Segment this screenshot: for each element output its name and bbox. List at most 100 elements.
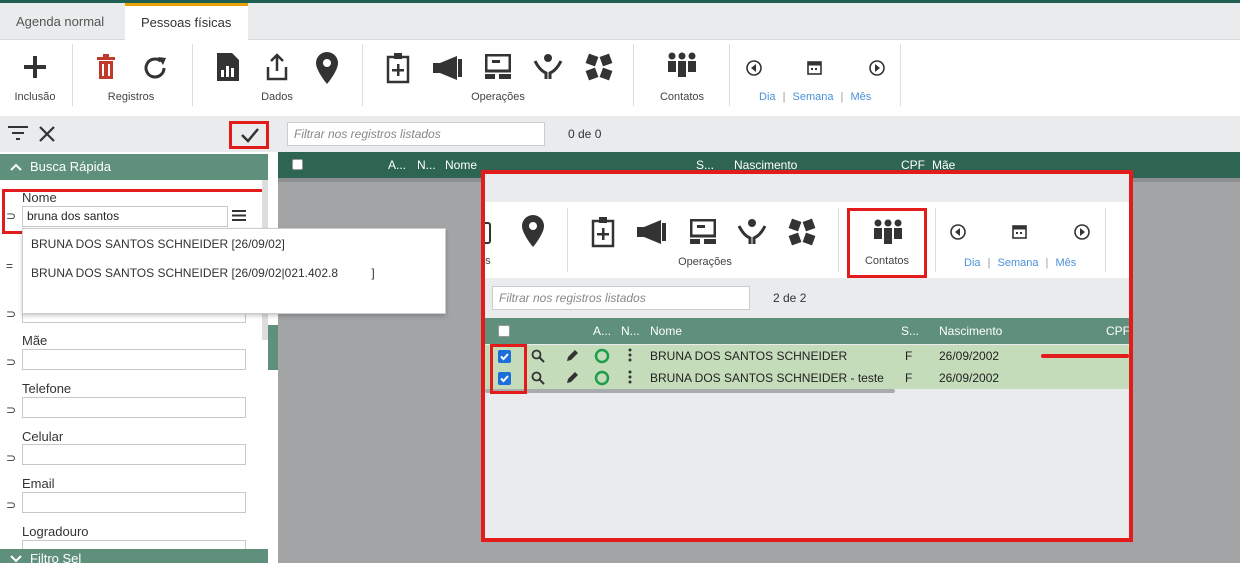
group-hands-icon (585, 53, 613, 81)
contains-operator[interactable]: ⊃ (6, 498, 16, 512)
col-s[interactable]: S... (901, 324, 919, 338)
care-button[interactable] (737, 218, 767, 249)
contatos-button[interactable]: Contatos (847, 208, 927, 278)
contains-operator[interactable]: ⊃ (6, 451, 16, 465)
autocomplete-option[interactable]: BRUNA DOS SANTOS SCHNEIDER [26/09/02] (31, 237, 285, 251)
email-input[interactable] (22, 492, 246, 513)
table-row[interactable]: BRUNA DOS SANTOS SCHNEIDER F 26/09/2002 (485, 345, 1129, 367)
dia-link[interactable]: Dia (964, 257, 981, 269)
care-button[interactable] (533, 53, 563, 81)
zoomed-panel: os Operações Contatos (481, 170, 1133, 542)
transfer-button[interactable] (484, 54, 512, 80)
announce-button[interactable] (637, 220, 667, 247)
export-button[interactable] (264, 53, 290, 81)
contains-operator[interactable]: ⊃ (6, 307, 16, 321)
nome-input[interactable]: bruna dos santos (22, 206, 228, 227)
next-button[interactable] (868, 60, 886, 76)
hands-heart-icon (533, 54, 563, 79)
contains-operator[interactable]: ⊃ (6, 209, 16, 223)
transfer-button[interactable] (689, 218, 717, 248)
semana-link[interactable]: Semana (998, 257, 1039, 269)
select-all-checkbox[interactable] (292, 159, 303, 170)
busca-rapida-title: Busca Rápida (30, 159, 111, 174)
calendar-icon (806, 61, 822, 75)
check-icon (241, 128, 259, 143)
telefone-input[interactable] (22, 397, 246, 418)
separator (900, 44, 901, 106)
megaphone-icon (433, 56, 462, 80)
location-button[interactable] (521, 215, 545, 250)
filter-button[interactable] (8, 125, 28, 144)
col-a[interactable]: A... (388, 158, 406, 172)
contains-operator[interactable]: ⊃ (6, 355, 16, 369)
filtro-sel-header[interactable]: Filtro Sel (0, 549, 268, 563)
next-button[interactable] (1074, 224, 1090, 243)
delete-button[interactable] (94, 54, 118, 80)
dados-label: Dados (261, 91, 293, 103)
upload-icon[interactable] (485, 222, 491, 244)
previous-button[interactable] (745, 60, 763, 76)
report-button[interactable] (216, 53, 240, 81)
contains-operator[interactable]: ⊃ (6, 403, 16, 417)
contacts-people-icon (668, 52, 696, 77)
left-sidebar-header (0, 116, 278, 152)
edit-pencil-icon[interactable] (565, 371, 579, 385)
clipboard-add-button[interactable] (591, 216, 615, 251)
previous-button[interactable] (950, 224, 966, 243)
team-button[interactable] (584, 53, 614, 81)
dia-link[interactable]: Dia (759, 91, 776, 103)
semana-link[interactable]: Semana (793, 91, 834, 103)
plus-icon (24, 56, 46, 78)
options-button[interactable] (232, 210, 246, 224)
link-separator: | (987, 257, 991, 269)
busca-rapida-header[interactable]: Busca Rápida (0, 154, 268, 180)
announce-button[interactable] (432, 56, 464, 80)
mes-link[interactable]: Mês (850, 91, 871, 103)
panel-grid-scrollbar[interactable] (485, 389, 895, 393)
panel-filter-input[interactable]: Filtrar nos registros listados (492, 286, 750, 310)
col-nascimento[interactable]: Nascimento (939, 324, 1002, 338)
inclusao-label: Inclusão (14, 91, 56, 103)
team-button[interactable] (788, 218, 816, 249)
dados-partial-label: os (485, 255, 491, 267)
panel-record-count: 2 de 2 (773, 291, 807, 305)
clipboard-add-button[interactable] (385, 52, 411, 84)
col-cpf[interactable]: CPF (1106, 324, 1129, 338)
more-vertical-icon[interactable] (628, 370, 632, 384)
tab-pessoas-fisicas[interactable]: Pessoas físicas (125, 3, 248, 40)
refresh-icon (144, 57, 166, 79)
contatos-button[interactable] (665, 52, 699, 80)
calendar-button[interactable] (805, 60, 823, 75)
autocomplete-option[interactable]: BRUNA DOS SANTOS SCHNEIDER [26/09/02|021… (31, 266, 375, 280)
calendar-button[interactable] (1012, 224, 1027, 242)
search-icon[interactable] (531, 371, 545, 385)
col-nome[interactable]: Nome (445, 158, 477, 172)
menu-icon (232, 210, 246, 221)
table-row[interactable]: BRUNA DOS SANTOS SCHNEIDER - teste F 26/… (485, 367, 1129, 389)
panel-resize-handle[interactable] (268, 325, 278, 370)
select-all-checkbox[interactable] (498, 325, 510, 337)
col-n[interactable]: N... (621, 324, 640, 338)
row-nascimento: 26/09/2002 (939, 349, 1000, 363)
add-button[interactable] (20, 54, 50, 80)
tab-agenda-normal[interactable]: Agenda normal (0, 3, 125, 40)
col-n[interactable]: N... (417, 158, 436, 172)
col-a[interactable]: A... (593, 324, 611, 338)
row-sexo: F (905, 371, 913, 385)
search-icon[interactable] (531, 349, 545, 363)
equals-operator[interactable]: = (6, 259, 13, 273)
edit-pencil-icon[interactable] (565, 349, 579, 363)
location-button[interactable] (314, 52, 340, 84)
apply-button[interactable] (229, 121, 269, 149)
refresh-button[interactable] (140, 54, 170, 82)
mes-link[interactable]: Mês (1055, 257, 1076, 269)
main-filter-input[interactable]: Filtrar nos registros listados (287, 122, 545, 146)
clear-button[interactable] (38, 125, 56, 146)
mae-input[interactable] (22, 349, 246, 370)
more-vertical-icon[interactable] (628, 348, 632, 362)
logradouro-label: Logradouro (22, 524, 89, 539)
transfer-icon (485, 54, 511, 79)
celular-input[interactable] (22, 444, 246, 465)
trash-icon (97, 54, 115, 79)
col-nome[interactable]: Nome (650, 324, 682, 338)
